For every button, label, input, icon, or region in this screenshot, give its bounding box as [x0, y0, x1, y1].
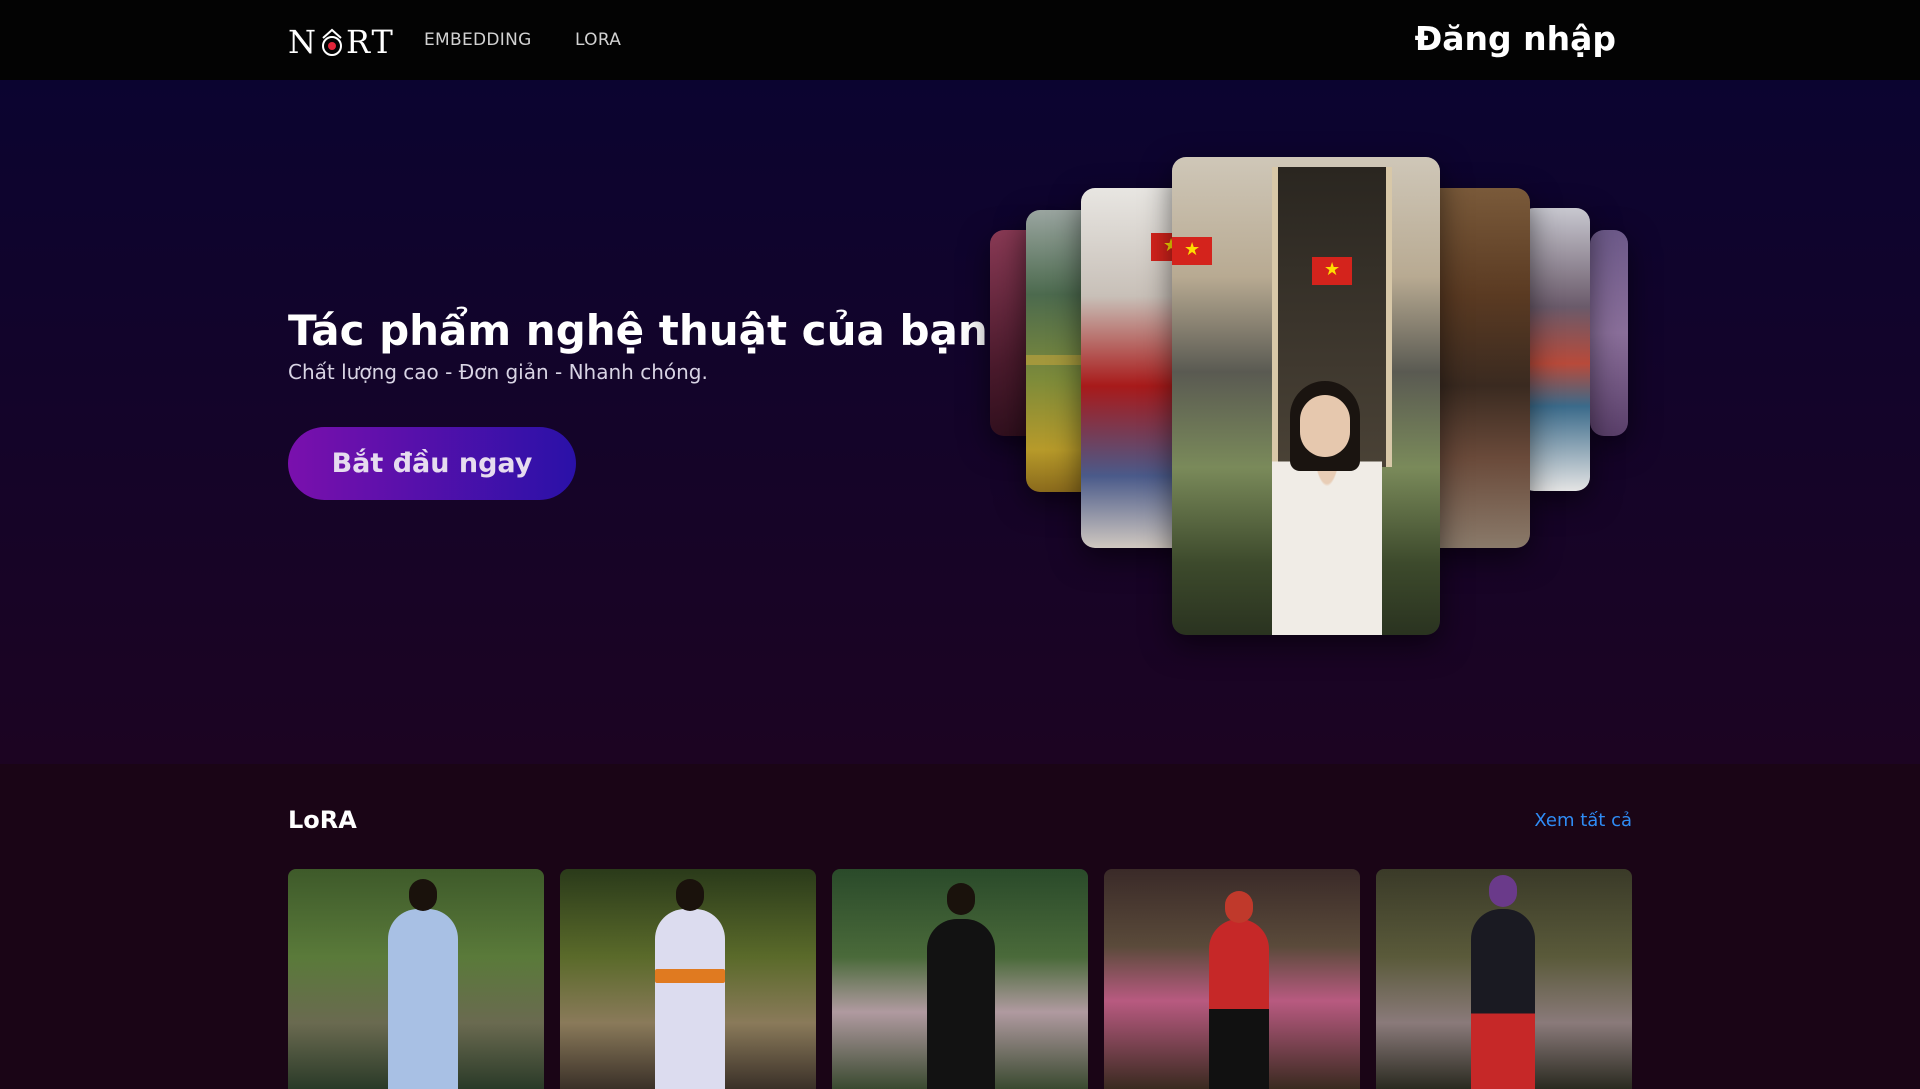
- logo-mark-icon: [319, 26, 345, 58]
- figure-shape: [388, 909, 458, 1089]
- flag-icon: [1312, 257, 1352, 285]
- figure-shape: [927, 919, 995, 1089]
- top-navbar: N RT EMBEDDING LORA Đăng nhập: [0, 0, 1920, 80]
- figure-head: [1489, 875, 1517, 907]
- nav-link-lora[interactable]: LORA: [575, 30, 621, 50]
- login-button[interactable]: Đăng nhập: [1415, 19, 1616, 58]
- figure-shape: [1471, 909, 1535, 1089]
- figure-head: [676, 879, 704, 911]
- logo[interactable]: N RT: [288, 22, 395, 62]
- figure-head: [409, 879, 437, 911]
- figure-head: [1225, 891, 1253, 923]
- lora-thumbnail-3[interactable]: [832, 869, 1088, 1089]
- carousel-card-featured[interactable]: [1172, 157, 1440, 635]
- get-started-button[interactable]: Bắt đầu ngay: [288, 427, 576, 500]
- lora-thumbnail-2[interactable]: [560, 869, 816, 1089]
- see-all-link[interactable]: Xem tất cả: [1534, 810, 1632, 831]
- lora-thumbnail-4[interactable]: [1104, 869, 1360, 1089]
- flag-icon: [1172, 237, 1212, 265]
- sash-shape: [655, 969, 725, 983]
- lora-gallery: [288, 869, 1632, 1089]
- lora-section: LoRA Xem tất cả: [0, 764, 1920, 1089]
- nav-link-embedding[interactable]: EMBEDDING: [424, 30, 532, 50]
- figure-shape: [655, 909, 725, 1089]
- hero-title: Tác phẩm nghệ thuật của bạn: [288, 306, 988, 355]
- hero-subtitle: Chất lượng cao - Đơn giản - Nhanh chóng.: [288, 360, 708, 384]
- logo-text-right: RT: [346, 23, 395, 61]
- logo-text-left: N: [288, 23, 318, 61]
- hero-section: Tác phẩm nghệ thuật của bạn Chất lượng c…: [0, 80, 1920, 764]
- lora-thumbnail-1[interactable]: [288, 869, 544, 1089]
- figure-shape: [1209, 919, 1269, 1089]
- carousel-card-6[interactable]: [1520, 208, 1590, 491]
- carousel-card-7[interactable]: [1590, 230, 1628, 436]
- lora-thumbnail-5[interactable]: [1376, 869, 1632, 1089]
- lora-section-title: LoRA: [288, 806, 357, 834]
- figure-head: [947, 883, 975, 915]
- portrait-face: [1300, 395, 1350, 457]
